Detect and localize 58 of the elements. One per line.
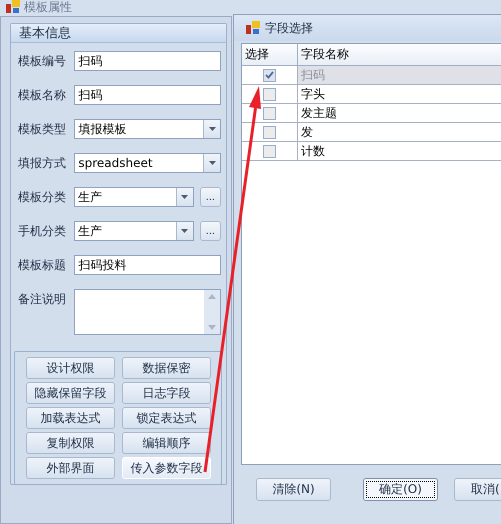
action-button[interactable]: 复制权限 <box>26 432 115 454</box>
field-label: 备注说明 <box>18 291 67 308</box>
text-field[interactable]: 扫码 <box>74 51 221 71</box>
caret-icon <box>208 127 216 131</box>
text-field[interactable]: 扫码 <box>74 85 221 105</box>
action-button[interactable]: 加载表达式 <box>26 407 115 429</box>
grid-row[interactable]: 发主题 <box>242 104 501 123</box>
field-label: 模板分类 <box>18 189 67 206</box>
field-name: 计数 <box>300 143 326 160</box>
window-icon <box>6 0 20 14</box>
field-label: 模板类型 <box>18 121 67 138</box>
field-label: 填报方式 <box>18 155 67 172</box>
scroll-down-icon[interactable] <box>208 325 216 330</box>
action-button[interactable]: 锁定表达式 <box>122 407 211 429</box>
checkbox[interactable] <box>263 88 276 100</box>
field-name: 扫码 <box>300 67 326 84</box>
field-name: 字头 <box>300 86 326 103</box>
window-title: 模板属性 <box>24 0 72 14</box>
dialog-title: 字段选择 <box>265 21 313 35</box>
column-header[interactable]: 选择 <box>242 44 298 65</box>
checkbox[interactable] <box>263 106 276 120</box>
column-header[interactable]: 字段名称 <box>298 44 501 65</box>
scrollbar[interactable] <box>204 290 220 334</box>
action-button[interactable]: 传入参数字段 <box>122 457 211 479</box>
caret-icon <box>181 195 188 199</box>
group-title: 基本信息 <box>19 25 71 42</box>
scroll-up-icon[interactable] <box>208 294 216 299</box>
checkbox[interactable] <box>263 126 276 138</box>
combo-box[interactable]: 生产 <box>74 187 194 207</box>
action-button[interactable]: 外部界面 <box>26 457 115 479</box>
browse-button[interactable]: ... <box>200 221 222 241</box>
field-label: 模板编号 <box>18 53 67 70</box>
checkbox[interactable] <box>263 144 276 158</box>
combo-box[interactable]: 生产 <box>74 221 194 241</box>
field-label: 模板名称 <box>18 87 67 104</box>
browse-button[interactable]: ... <box>200 187 222 207</box>
action-button[interactable]: 隐藏保留字段 <box>26 382 115 404</box>
dialog-button[interactable]: 清除(N) <box>256 478 331 501</box>
action-button[interactable]: 数据保密 <box>122 357 211 379</box>
window-icon <box>246 21 260 35</box>
grid-row[interactable]: 发 <box>242 123 501 142</box>
grid-row[interactable]: 字头 <box>242 85 501 104</box>
memo-field[interactable] <box>74 289 221 335</box>
field-name: 发主题 <box>300 105 338 122</box>
grid-row[interactable]: 计数 <box>242 142 501 161</box>
caret-icon <box>181 229 188 233</box>
field-label: 模板标题 <box>18 257 67 274</box>
combo-box[interactable]: 填报模板 <box>74 119 221 139</box>
dialog-button[interactable]: 确定(O) <box>363 478 438 501</box>
action-button[interactable]: 编辑顺序 <box>122 432 211 454</box>
combo-box[interactable]: spreadsheet <box>74 153 221 173</box>
field-label: 手机分类 <box>18 223 67 240</box>
dialog-button[interactable]: 取消( <box>454 478 501 501</box>
caret-icon <box>208 161 216 165</box>
field-name: 发 <box>300 124 314 141</box>
action-button[interactable]: 日志字段 <box>122 382 211 404</box>
action-button[interactable]: 设计权限 <box>26 357 115 379</box>
text-field[interactable]: 扫码投料 <box>74 255 221 275</box>
